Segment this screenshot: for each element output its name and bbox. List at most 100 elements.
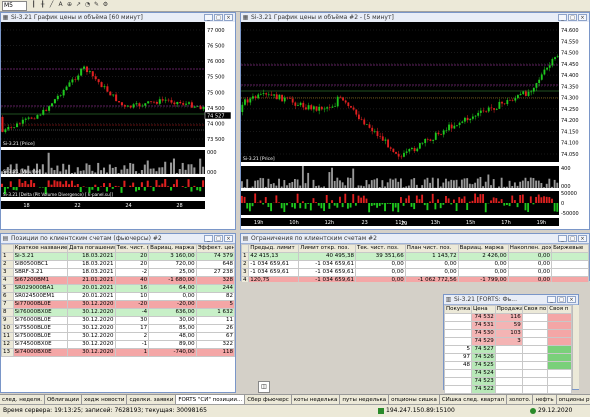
column-header[interactable]: Эффект. цена — [196, 245, 234, 253]
limits-title-bar[interactable]: ▤ Ограничения по клиентским счетам #2 _ … — [241, 234, 589, 244]
column-header[interactable]: Биржевые — [552, 245, 589, 253]
orderbook-cell[interactable] — [445, 338, 472, 346]
orderbook-cell[interactable]: 59 — [495, 322, 522, 330]
table-row[interactable]: 11Si75000BL0E30.12.2020248,0067 — [2, 333, 235, 341]
orderbook-cell[interactable] — [495, 346, 522, 354]
minimize-button[interactable]: _ — [204, 235, 213, 242]
orderbook-row[interactable]: 74 522 — [445, 386, 572, 394]
orderbook-cell[interactable] — [522, 314, 547, 322]
orderbook-cell[interactable]: 74 531 — [472, 322, 496, 330]
orderbook-scrollbar[interactable] — [572, 305, 579, 389]
column-header[interactable]: Лимит откр. поз. — [299, 245, 356, 253]
window-list-icon[interactable]: ◫ — [258, 381, 270, 393]
orderbook-cell[interactable] — [445, 370, 472, 378]
orderbook-cell[interactable]: 116 — [495, 314, 522, 322]
orderbook-cell[interactable] — [445, 378, 472, 386]
maximize-button[interactable]: □ — [214, 14, 223, 21]
column-header[interactable]: Покупка — [445, 306, 472, 314]
bars-icon[interactable]: ┃ — [30, 2, 37, 8]
orderbook-row[interactable]: 574 527 — [445, 346, 572, 354]
orderbook-row[interactable]: 74 530103 — [445, 330, 572, 338]
maximize-button[interactable]: □ — [568, 14, 577, 21]
orderbook-cell[interactable] — [445, 322, 472, 330]
column-header[interactable]: Накоплен. доход — [508, 245, 551, 253]
table-row[interactable]: 2SI80500BC118.03.202120720,00648 — [2, 261, 235, 269]
orderbook-cell[interactable] — [495, 362, 522, 370]
table-row[interactable]: 142 415,1340 495,3839 351,661 143,722 42… — [242, 253, 589, 261]
table-row[interactable]: 3-1 034 659,61-1 034 659,610,000,000,000… — [242, 269, 589, 277]
table-row[interactable]: 10Si75500BL0E30.12.20201785,0026 — [2, 325, 235, 333]
minimize-button[interactable]: _ — [204, 14, 213, 21]
orderbook-row[interactable]: 74 524 — [445, 370, 572, 378]
close-button[interactable]: × — [224, 14, 233, 21]
orderbook-cell[interactable]: 74 529 — [472, 338, 496, 346]
close-button[interactable]: × — [224, 235, 233, 242]
close-button[interactable]: × — [578, 235, 587, 242]
orderbook-cell[interactable] — [495, 386, 522, 394]
maximize-button[interactable]: □ — [568, 235, 577, 242]
orderbook-cell[interactable]: 74 527 — [472, 346, 496, 354]
orderbook-cell[interactable]: 97 — [445, 354, 472, 362]
orderbook-cell[interactable]: 74 523 — [472, 378, 496, 386]
orderbook-cell[interactable] — [548, 338, 572, 346]
orderbook-cell[interactable] — [548, 378, 572, 386]
orderbook-cell[interactable] — [522, 322, 547, 330]
column-header[interactable]: Вариац. маржа — [458, 245, 508, 253]
orderbook-cell[interactable] — [548, 322, 572, 330]
orderbook-cell[interactable] — [522, 378, 547, 386]
orderbook-cell[interactable] — [495, 354, 522, 362]
zoom-icon[interactable]: ⊕ — [66, 2, 73, 8]
minimize-button[interactable]: _ — [547, 296, 556, 303]
orderbook-cell[interactable]: 74 530 — [472, 330, 496, 338]
orderbook-cell[interactable] — [548, 370, 572, 378]
price-chart-5min[interactable]: 74.60074.55074.50074.45074.40074.35074.3… — [241, 22, 589, 230]
orderbook-cell[interactable] — [548, 362, 572, 370]
column-header[interactable]: Своя по — [522, 306, 547, 314]
orderbook-cell[interactable]: 74 532 — [472, 314, 496, 322]
orderbook-cell[interactable] — [522, 354, 547, 362]
minimize-button[interactable]: _ — [558, 14, 567, 21]
orderbook-row[interactable]: 9774 526 — [445, 354, 572, 362]
arrow-icon[interactable]: ↗ — [75, 2, 82, 8]
column-header[interactable]: Вариац. маржа — [149, 245, 197, 253]
orderbook-cell[interactable] — [548, 330, 572, 338]
orderbook-cell[interactable] — [548, 314, 572, 322]
orderbook-cell[interactable] — [445, 330, 472, 338]
column-header[interactable]: Цена — [472, 306, 496, 314]
table-row[interactable]: 13Si74000BX0E30.12.20201-740,00118 — [2, 349, 235, 357]
column-header[interactable]: Тек. чист. поз. — [355, 245, 405, 253]
orderbook-cell[interactable]: 48 — [445, 362, 472, 370]
table-row[interactable]: 6SR024500EM120.01.2021100,0082 — [2, 293, 235, 301]
orderbook-cell[interactable] — [522, 330, 547, 338]
column-header[interactable]: Краткое название — [13, 245, 67, 253]
table-row[interactable]: 7Si77000BL0E30.12.2020-20-20,005 — [2, 301, 235, 309]
column-header[interactable]: Продажа — [495, 306, 522, 314]
column-header[interactable]: Своя п — [548, 306, 572, 314]
orderbook-cell[interactable] — [522, 370, 547, 378]
tools-icon[interactable]: ⚙ — [102, 2, 109, 8]
orderbook-row[interactable]: 4874 525 — [445, 362, 572, 370]
price-chart-60min[interactable]: 77 00076 50076 00075 50075 00074 50074 0… — [1, 22, 235, 230]
table-row[interactable]: 12Si74500BX0E30.12.2020-189,00322 — [2, 341, 235, 349]
line-icon[interactable]: ╱ — [48, 2, 55, 8]
column-header[interactable]: Дата погашения — [68, 245, 116, 253]
orderbook-cell[interactable] — [548, 346, 572, 354]
orderbook-cell[interactable] — [522, 386, 547, 394]
bell-icon[interactable]: ◔ — [84, 2, 91, 8]
table-row[interactable]: 8Si76000BX0E30.12.2020-4636,001 632 — [2, 309, 235, 317]
orderbook-cell[interactable] — [548, 386, 572, 394]
orderbook-cell[interactable] — [522, 338, 547, 346]
orderbook-cell[interactable]: 3 — [495, 338, 522, 346]
orderbook-cell[interactable] — [445, 314, 472, 322]
orderbook-title-bar[interactable]: ▥ Si-3.21 [FORTS: Фь... _ □ × — [444, 295, 578, 305]
table-row[interactable]: 9Si76000BL0E30.12.20203030,0011 — [2, 317, 235, 325]
positions-title-bar[interactable]: ▤ Позиции по клиентским счетам (фьючерсы… — [1, 234, 235, 244]
orderbook-row[interactable]: 74 532116 — [445, 314, 572, 322]
candles-icon[interactable]: ╂ — [39, 2, 46, 8]
column-header[interactable]: План чист. поз. — [405, 245, 458, 253]
orderbook-cell[interactable] — [522, 346, 547, 354]
orderbook-cell[interactable] — [445, 386, 472, 394]
orderbook-cell[interactable]: 5 — [445, 346, 472, 354]
table-row[interactable]: 4Si67200BM121.01.202140-1 680,00328 — [2, 277, 235, 285]
orderbook-cell[interactable] — [522, 362, 547, 370]
